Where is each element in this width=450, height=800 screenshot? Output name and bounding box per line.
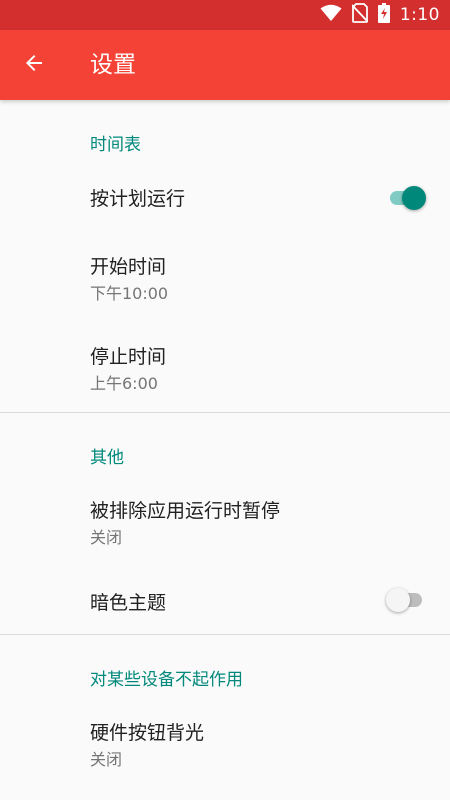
setting-run-on-schedule[interactable]: 按计划运行 — [0, 168, 450, 228]
setting-title: 被排除应用运行时暂停 — [90, 500, 281, 522]
app-bar: 设置 — [0, 30, 450, 100]
switch-thumb — [386, 588, 410, 612]
no-sim-icon — [351, 3, 369, 27]
setting-dark-theme[interactable]: 暗色主题 — [0, 572, 450, 632]
switch-thumb — [402, 186, 426, 210]
arrow-left-icon — [22, 51, 46, 79]
page-title: 设置 — [90, 52, 136, 78]
section-header-other: 其他 — [90, 448, 124, 468]
dark-theme-switch[interactable] — [386, 586, 426, 614]
status-time: 1:10 — [399, 5, 440, 25]
section-header-schedule: 时间表 — [90, 135, 141, 155]
setting-stop-time[interactable]: 停止时间 上午6:00 — [0, 330, 450, 408]
setting-hardware-button-backlight[interactable]: 硬件按钮背光 关闭 — [0, 706, 450, 784]
setting-summary: 关闭 — [90, 528, 123, 547]
setting-start-time[interactable]: 开始时间 下午10:00 — [0, 240, 450, 318]
setting-title: 按计划运行 — [90, 188, 186, 210]
setting-title: 暗色主题 — [90, 592, 167, 614]
wifi-icon — [320, 4, 342, 26]
section-divider — [0, 412, 450, 413]
status-icons: 1:10 — [320, 0, 440, 30]
section-divider — [0, 634, 450, 635]
setting-summary: 上午6:00 — [90, 374, 158, 393]
setting-summary: 关闭 — [90, 750, 123, 769]
setting-pause-when-excluded-app-runs[interactable]: 被排除应用运行时暂停 关闭 — [0, 484, 450, 562]
back-button[interactable] — [20, 51, 48, 79]
run-on-schedule-switch[interactable] — [386, 184, 426, 212]
setting-title: 开始时间 — [90, 256, 167, 278]
status-bar: 1:10 — [0, 0, 450, 30]
setting-title: 硬件按钮背光 — [90, 722, 205, 744]
setting-title: 停止时间 — [90, 346, 167, 368]
battery-charging-icon — [377, 3, 390, 27]
section-header-device-specific: 对某些设备不起作用 — [90, 670, 243, 690]
setting-summary: 下午10:00 — [90, 284, 169, 303]
